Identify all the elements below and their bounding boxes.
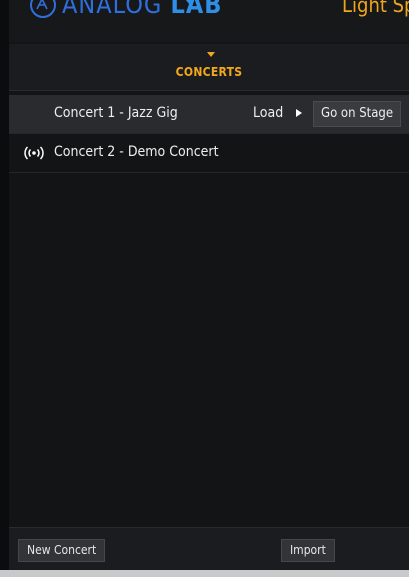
load-button[interactable]: Load — [253, 105, 283, 121]
brand-light-text: ANALOG — [62, 0, 171, 19]
arturia-logo-icon[interactable] — [30, 0, 56, 18]
top-bar: ANALOG LAB Light Spri — [9, 0, 409, 42]
window-edge — [0, 0, 9, 577]
bottom-toolbar: New Concert Import — [9, 527, 409, 571]
current-preset-name[interactable]: Light Spri — [342, 0, 409, 20]
concert-title: Concert 1 - Jazz Gig — [54, 105, 178, 121]
concert-list: Concert 1 - Jazz Gig Load Go on Stage Co… — [9, 95, 409, 173]
analog-lab-concerts-panel: ANALOG LAB Light Spri CONCERTS Concert 1… — [9, 0, 409, 571]
concerts-section-header[interactable]: CONCERTS — [9, 44, 409, 91]
brand-menu-caret-icon[interactable] — [185, 0, 195, 5]
concerts-title: CONCERTS — [175, 65, 243, 79]
go-on-stage-button[interactable]: Go on Stage — [313, 101, 402, 127]
collapse-caret-icon[interactable] — [207, 52, 215, 57]
broadcast-icon — [22, 145, 46, 161]
window-bottom-edge — [0, 570, 409, 577]
concert-row-1[interactable]: Concert 1 - Jazz Gig Load Go on Stage — [9, 95, 409, 134]
concert-title: Concert 2 - Demo Concert — [54, 144, 219, 160]
play-icon — [296, 109, 302, 117]
import-button[interactable]: Import — [281, 539, 335, 562]
concert-row-2[interactable]: Concert 2 - Demo Concert — [9, 134, 409, 173]
app-brand[interactable]: ANALOG LAB — [62, 0, 222, 20]
new-concert-button[interactable]: New Concert — [18, 539, 106, 562]
brand-bold-text: LAB — [170, 0, 223, 19]
